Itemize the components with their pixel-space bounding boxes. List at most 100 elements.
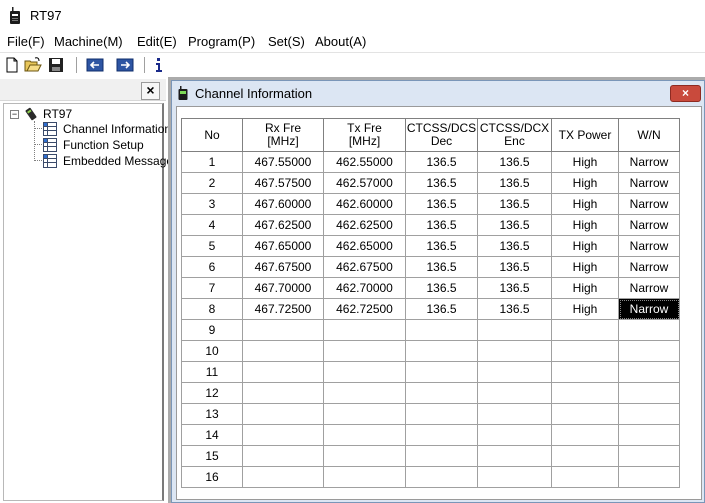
menu-program[interactable]: Program(P) [188, 34, 255, 49]
cell-ctcss-dec[interactable]: 136.5 [405, 298, 478, 320]
cell-ctcss-enc[interactable] [477, 319, 552, 341]
cell-ctcss-enc[interactable]: 136.5 [477, 235, 552, 257]
cell-ctcss-enc[interactable] [477, 361, 552, 383]
menu-edit[interactable]: Edit(E) [137, 34, 177, 49]
menu-file[interactable]: File(F) [7, 34, 45, 49]
cell-tx-power[interactable] [551, 361, 619, 383]
cell-ctcss-enc[interactable] [477, 424, 552, 446]
cell-channel-no[interactable]: 1 [181, 151, 243, 173]
cell-ctcss-enc[interactable]: 136.5 [477, 172, 552, 194]
cell-tx-power[interactable]: High [551, 172, 619, 194]
cell-ctcss-enc[interactable]: 136.5 [477, 298, 552, 320]
cell-tx-freq[interactable]: 462.55000 [323, 151, 406, 173]
cell-channel-no[interactable]: 6 [181, 256, 243, 278]
cell-wn[interactable]: Narrow [618, 172, 680, 194]
cell-tx-power[interactable] [551, 445, 619, 467]
cell-rx-freq[interactable]: 467.60000 [242, 193, 324, 215]
cell-tx-freq[interactable] [323, 361, 406, 383]
cell-channel-no[interactable]: 13 [181, 403, 243, 425]
save-icon[interactable] [47, 56, 65, 74]
header-ctcss-enc[interactable]: CTCSS/DCX Enc [477, 118, 552, 152]
cell-ctcss-enc[interactable]: 136.5 [477, 193, 552, 215]
cell-channel-no[interactable]: 14 [181, 424, 243, 446]
info-icon[interactable] [150, 56, 168, 74]
cell-channel-no[interactable]: 5 [181, 235, 243, 257]
header-tx-power[interactable]: TX Power [551, 118, 619, 152]
cell-rx-freq[interactable] [242, 466, 324, 488]
open-folder-icon[interactable] [24, 56, 42, 74]
collapse-icon[interactable]: − [10, 110, 19, 119]
cell-channel-no[interactable]: 10 [181, 340, 243, 362]
cell-tx-freq[interactable] [323, 319, 406, 341]
cell-ctcss-dec[interactable]: 136.5 [405, 193, 478, 215]
cell-tx-freq[interactable] [323, 382, 406, 404]
cell-wn[interactable] [618, 319, 680, 341]
cell-ctcss-dec[interactable]: 136.5 [405, 256, 478, 278]
cell-rx-freq[interactable] [242, 382, 324, 404]
cell-rx-freq[interactable]: 467.72500 [242, 298, 324, 320]
cell-tx-freq[interactable]: 462.67500 [323, 256, 406, 278]
cell-tx-freq[interactable]: 462.72500 [323, 298, 406, 320]
cell-tx-freq[interactable]: 462.62500 [323, 214, 406, 236]
cell-rx-freq[interactable] [242, 340, 324, 362]
cell-rx-freq[interactable] [242, 403, 324, 425]
cell-rx-freq[interactable]: 467.67500 [242, 256, 324, 278]
cell-rx-freq[interactable]: 467.55000 [242, 151, 324, 173]
header-wn[interactable]: W/N [618, 118, 680, 152]
cell-rx-freq[interactable] [242, 319, 324, 341]
cell-rx-freq[interactable]: 467.70000 [242, 277, 324, 299]
cell-ctcss-dec[interactable] [405, 319, 478, 341]
cell-ctcss-dec[interactable]: 136.5 [405, 277, 478, 299]
cell-ctcss-dec[interactable] [405, 361, 478, 383]
cell-rx-freq[interactable] [242, 445, 324, 467]
cell-rx-freq[interactable] [242, 424, 324, 446]
cell-ctcss-enc[interactable] [477, 445, 552, 467]
cell-tx-power[interactable] [551, 382, 619, 404]
header-rx-freq[interactable]: Rx Fre [MHz] [242, 118, 324, 152]
cell-rx-freq[interactable]: 467.57500 [242, 172, 324, 194]
cell-channel-no[interactable]: 11 [181, 361, 243, 383]
cell-wn[interactable]: Narrow [618, 277, 680, 299]
cell-ctcss-enc[interactable]: 136.5 [477, 214, 552, 236]
cell-channel-no[interactable]: 9 [181, 319, 243, 341]
cell-channel-no[interactable]: 2 [181, 172, 243, 194]
cell-wn[interactable]: Narrow [618, 235, 680, 257]
cell-tx-freq[interactable] [323, 340, 406, 362]
cell-tx-power[interactable]: High [551, 256, 619, 278]
panel-close-button[interactable]: × [141, 82, 160, 100]
cell-ctcss-dec[interactable] [405, 340, 478, 362]
cell-ctcss-dec[interactable] [405, 445, 478, 467]
cell-tx-power[interactable]: High [551, 298, 619, 320]
header-ctcss-dec[interactable]: CTCSS/DCS Dec [405, 118, 478, 152]
cell-rx-freq[interactable]: 467.62500 [242, 214, 324, 236]
cell-channel-no[interactable]: 4 [181, 214, 243, 236]
cell-wn[interactable]: Narrow [618, 214, 680, 236]
cell-tx-power[interactable]: High [551, 151, 619, 173]
cell-ctcss-enc[interactable] [477, 340, 552, 362]
cell-channel-no[interactable]: 7 [181, 277, 243, 299]
cell-tx-power[interactable]: High [551, 214, 619, 236]
cell-channel-no[interactable]: 3 [181, 193, 243, 215]
cell-wn[interactable] [618, 466, 680, 488]
cell-tx-power[interactable] [551, 403, 619, 425]
cell-ctcss-enc[interactable]: 136.5 [477, 277, 552, 299]
cell-ctcss-enc[interactable]: 136.5 [477, 151, 552, 173]
cell-tx-freq[interactable] [323, 445, 406, 467]
cell-tx-freq[interactable]: 462.60000 [323, 193, 406, 215]
menu-set[interactable]: Set(S) [268, 34, 305, 49]
cell-tx-power[interactable]: High [551, 277, 619, 299]
new-file-icon[interactable] [3, 56, 21, 74]
cell-ctcss-dec[interactable]: 136.5 [405, 214, 478, 236]
cell-ctcss-enc[interactable] [477, 382, 552, 404]
cell-ctcss-dec[interactable] [405, 382, 478, 404]
cell-tx-freq[interactable] [323, 424, 406, 446]
cell-tx-power[interactable]: High [551, 193, 619, 215]
cell-tx-freq[interactable]: 462.65000 [323, 235, 406, 257]
menu-machine[interactable]: Machine(M) [54, 34, 123, 49]
read-radio-icon[interactable] [86, 56, 104, 74]
cell-channel-no[interactable]: 8 [181, 298, 243, 320]
child-window-titlebar[interactable]: Channel Information × [172, 81, 704, 105]
cell-tx-freq[interactable]: 462.57000 [323, 172, 406, 194]
cell-ctcss-dec[interactable]: 136.5 [405, 151, 478, 173]
cell-wn[interactable] [618, 340, 680, 362]
